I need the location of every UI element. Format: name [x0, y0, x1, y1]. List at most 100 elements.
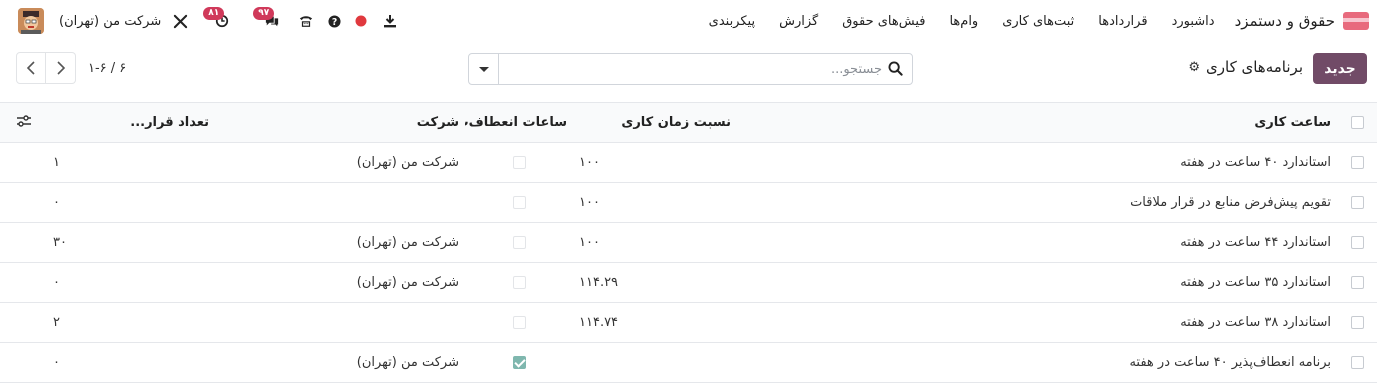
table-row[interactable]: تقویم پیش‌فرض منابع در قرار ملاقات ۱۰۰ ۰ — [0, 183, 1377, 223]
pager-next-button[interactable] — [46, 52, 76, 84]
working-schedules-table: ساعت کاری نسبت زمان کاری ساعات انعطاف‌پ.… — [0, 102, 1377, 383]
page-title: برنامه‌های کاری ⚙ — [1188, 58, 1303, 76]
caret-down-icon — [478, 66, 489, 72]
pager-previous-button[interactable] — [16, 52, 46, 84]
control-panel: جدید برنامه‌های کاری ⚙ ۱-۶ / ۶ — [0, 52, 1377, 86]
cell-spacer — [0, 223, 47, 263]
pager: ۱-۶ / ۶ — [16, 52, 126, 84]
menu-item-contracts[interactable]: قراردادها — [1098, 14, 1147, 29]
optional-columns-toggle[interactable] — [0, 103, 47, 143]
search-icon[interactable] — [888, 61, 903, 80]
cell-contracts: ۰ — [53, 195, 60, 210]
top-navbar: حقوق و دستمزد داشبورد قراردادها ثبت‌های … — [0, 0, 1377, 42]
sliders-icon — [16, 114, 31, 127]
column-header-flexible[interactable]: ساعات انعطاف‌پ... — [465, 103, 573, 143]
search-input[interactable] — [502, 54, 882, 84]
cell-ratio: ۱۰۰ — [579, 155, 600, 170]
flexible-checkbox — [512, 316, 526, 329]
avatar[interactable] — [18, 8, 44, 34]
cell-flexible — [465, 183, 573, 223]
flexible-checkbox — [512, 156, 526, 169]
menu-item-dashboard[interactable]: داشبورد — [1172, 14, 1215, 29]
cell-spacer — [0, 303, 47, 343]
app-name[interactable]: حقوق و دستمزد — [1235, 12, 1335, 30]
column-header-ratio[interactable]: نسبت زمان کاری — [573, 103, 737, 143]
activity-badge: ۸۱ — [203, 7, 225, 20]
cell-ratio: ۱۱۴.۲۹ — [579, 275, 619, 290]
breadcrumb: برنامه‌های کاری — [1206, 58, 1303, 76]
column-header-contracts[interactable]: تعداد قرار... — [47, 103, 215, 143]
cell-contracts: ۰ — [53, 355, 60, 370]
flexible-checkbox — [512, 356, 526, 369]
download-icon[interactable] — [383, 14, 397, 28]
table-row[interactable]: استاندارد ۴۰ ساعت در هفته ۱۰۰ شرکت من (تهر… — [0, 143, 1377, 183]
row-checkbox[interactable] — [1337, 143, 1377, 183]
flexible-checkbox — [512, 196, 526, 209]
menu-item-configuration[interactable]: پیکربندی — [709, 14, 755, 29]
cell-ratio: ۱۰۰ — [579, 195, 600, 210]
table-row[interactable]: استاندارد ۴۴ ساعت در هفته ۱۰۰ شرکت من (تهر… — [0, 223, 1377, 263]
cell-spacer — [0, 143, 47, 183]
phone-icon[interactable] — [298, 14, 314, 28]
column-header-company[interactable]: شرکت — [215, 103, 465, 143]
cell-name: برنامه انعطاف‌پذیر ۴۰ ساعت در هفته — [1129, 355, 1331, 370]
messages-badge: ۹۷ — [253, 7, 275, 20]
select-all-checkbox[interactable] — [1337, 103, 1377, 143]
cell-company — [215, 183, 465, 223]
cell-spacer — [0, 343, 47, 383]
menu-item-payslips[interactable]: فیش‌های حقوق — [842, 14, 925, 29]
app-menu: حقوق و دستمزد داشبورد قراردادها ثبت‌های … — [685, 10, 1369, 32]
cell-name: استاندارد ۴۰ ساعت در هفته — [1180, 155, 1331, 170]
chevron-right-icon — [56, 61, 65, 75]
row-checkbox[interactable] — [1337, 263, 1377, 303]
cell-ratio: ۱۱۴.۷۴ — [579, 315, 619, 330]
cell-company — [215, 303, 465, 343]
activity-button[interactable]: ۸۱ — [203, 7, 234, 28]
messages-button[interactable]: ۹۷ — [253, 7, 284, 28]
status-dot-icon[interactable] — [355, 15, 367, 27]
cell-flexible — [465, 343, 573, 383]
table-row[interactable]: استاندارد ۳۸ ساعت در هفته ۱۱۴.۷۴ ۲ — [0, 303, 1377, 343]
app-logo-icon[interactable] — [1343, 12, 1369, 30]
flexible-checkbox — [512, 236, 526, 249]
cell-company: شرکت من (تهران) — [356, 235, 459, 250]
cell-name: استاندارد ۳۵ ساعت در هفته — [1180, 275, 1331, 290]
table-row[interactable]: استاندارد ۳۵ ساعت در هفته ۱۱۴.۲۹ شرکت من (… — [0, 263, 1377, 303]
cell-name: استاندارد ۳۸ ساعت در هفته — [1180, 315, 1331, 330]
table-header-row: ساعت کاری نسبت زمان کاری ساعات انعطاف‌پ.… — [0, 102, 1377, 143]
row-checkbox[interactable] — [1337, 223, 1377, 263]
pager-value[interactable]: ۱-۶ / ۶ — [88, 61, 126, 76]
cell-flexible — [465, 143, 573, 183]
company-switcher[interactable]: شرکت من (تهران) — [59, 14, 161, 29]
cell-flexible — [465, 303, 573, 343]
new-button[interactable]: جدید — [1313, 53, 1367, 84]
cell-name: استاندارد ۴۴ ساعت در هفته — [1180, 235, 1331, 250]
row-checkbox[interactable] — [1337, 303, 1377, 343]
flexible-checkbox — [512, 276, 526, 289]
menu-item-loans[interactable]: وام‌ها — [949, 14, 978, 29]
menu-item-work-entries[interactable]: ثبت‌های کاری — [1002, 14, 1074, 29]
help-icon[interactable]: ? — [328, 14, 341, 28]
row-checkbox[interactable] — [1337, 343, 1377, 383]
cell-company: شرکت من (تهران) — [356, 155, 459, 170]
menu-item-reporting[interactable]: گزارش — [779, 14, 818, 29]
cell-flexible — [465, 263, 573, 303]
cell-contracts: ۰ — [53, 275, 60, 290]
table-row[interactable]: برنامه انعطاف‌پذیر ۴۰ ساعت در هفته شرکت م… — [0, 343, 1377, 383]
cell-contracts: ۳۰ — [53, 235, 67, 250]
cell-flexible — [465, 223, 573, 263]
cell-name: تقویم پیش‌فرض منابع در قرار ملاقات — [1130, 195, 1331, 210]
row-checkbox[interactable] — [1337, 183, 1377, 223]
column-header-name[interactable]: ساعت کاری — [737, 103, 1337, 143]
cell-ratio: ۱۰۰ — [579, 235, 600, 250]
search-options-toggle[interactable] — [469, 54, 499, 84]
cell-contracts: ۱ — [53, 155, 60, 170]
system-tray: شرکت من (تهران) ۸۱ ۹۷ ? — [18, 7, 397, 34]
settings-tools-icon[interactable] — [173, 14, 188, 29]
gear-icon[interactable]: ⚙ — [1188, 60, 1200, 75]
svg-text:?: ? — [332, 16, 337, 27]
cell-company: شرکت من (تهران) — [356, 355, 459, 370]
cell-spacer — [0, 183, 47, 223]
search-bar — [468, 53, 913, 85]
cell-spacer — [0, 263, 47, 303]
